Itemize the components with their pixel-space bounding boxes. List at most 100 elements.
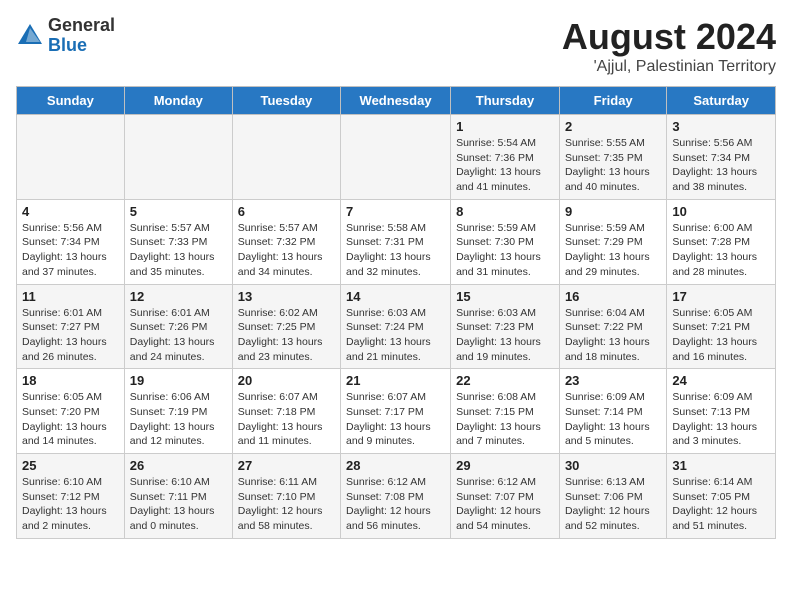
logo-icon <box>16 22 44 50</box>
day-cell: 13Sunrise: 6:02 AM Sunset: 7:25 PM Dayli… <box>232 284 340 369</box>
day-cell: 10 Sunrise: 6:00 AM Sunset: 7:28 PM Dayli… <box>667 199 776 284</box>
day-info: Sunrise: 6:08 AM Sunset: 7:15 PM Dayligh… <box>456 390 554 449</box>
day-number: 28 <box>346 458 445 473</box>
day-number: 2 <box>565 119 661 134</box>
day-info: Sunrise: 6:00 AM Sunset: 7:28 PM Dayligh… <box>672 221 770 280</box>
day-info: Sunrise: 6:01 AM Sunset: 7:26 PM Dayligh… <box>130 306 227 365</box>
day-number: 11 <box>22 289 119 304</box>
day-info: Sunrise: 5:55 AM Sunset: 7:35 PM Dayligh… <box>565 136 661 195</box>
day-info: Sunrise: 5:56 AM Sunset: 7:34 PM Dayligh… <box>22 221 119 280</box>
day-number: 5 <box>130 204 227 219</box>
day-cell: 11 Sunrise: 6:01 AM Sunset: 7:27 PM Dayli… <box>17 284 125 369</box>
week-row-5: 25 Sunrise: 6:10 AM Sunset: 7:12 PM Dayli… <box>17 454 776 539</box>
day-number: 24 <box>672 373 770 388</box>
day-cell: 29Sunrise: 6:12 AM Sunset: 7:07 PM Dayli… <box>451 454 560 539</box>
day-info: Sunrise: 5:59 AM Sunset: 7:30 PM Dayligh… <box>456 221 554 280</box>
day-number: 19 <box>130 373 227 388</box>
day-info: Sunrise: 5:59 AM Sunset: 7:29 PM Dayligh… <box>565 221 661 280</box>
header-monday: Monday <box>124 87 232 115</box>
day-cell: 23 Sunrise: 6:09 AM Sunset: 7:14 PM Dayli… <box>559 369 666 454</box>
calendar-body: 1 Sunrise: 5:54 AM Sunset: 7:36 PM Daylig… <box>17 115 776 539</box>
day-number: 23 <box>565 373 661 388</box>
logo-general: General <box>48 16 115 36</box>
day-info: Sunrise: 6:01 AM Sunset: 7:27 PM Dayligh… <box>22 306 119 365</box>
day-number: 29 <box>456 458 554 473</box>
day-number: 10 <box>672 204 770 219</box>
day-cell: 22Sunrise: 6:08 AM Sunset: 7:15 PM Dayli… <box>451 369 560 454</box>
day-cell: 15 Sunrise: 6:03 AM Sunset: 7:23 PM Dayli… <box>451 284 560 369</box>
day-cell: 12 Sunrise: 6:01 AM Sunset: 7:26 PM Dayli… <box>124 284 232 369</box>
page-header: General Blue August 2024 'Ajjul, Palesti… <box>16 16 776 76</box>
week-row-3: 11 Sunrise: 6:01 AM Sunset: 7:27 PM Dayli… <box>17 284 776 369</box>
day-number: 21 <box>346 373 445 388</box>
day-cell: 6 Sunrise: 5:57 AM Sunset: 7:32 PM Daylig… <box>232 199 340 284</box>
day-info: Sunrise: 6:13 AM Sunset: 7:06 PM Dayligh… <box>565 475 661 534</box>
day-cell: 24Sunrise: 6:09 AM Sunset: 7:13 PM Dayli… <box>667 369 776 454</box>
day-cell: 18 Sunrise: 6:05 AM Sunset: 7:20 PM Dayli… <box>17 369 125 454</box>
day-number: 9 <box>565 204 661 219</box>
day-number: 3 <box>672 119 770 134</box>
day-info: Sunrise: 6:07 AM Sunset: 7:18 PM Dayligh… <box>238 390 335 449</box>
day-info: Sunrise: 5:57 AM Sunset: 7:33 PM Dayligh… <box>130 221 227 280</box>
day-info: Sunrise: 6:05 AM Sunset: 7:21 PM Dayligh… <box>672 306 770 365</box>
calendar-title: August 2024 <box>562 16 776 58</box>
day-info: Sunrise: 6:03 AM Sunset: 7:23 PM Dayligh… <box>456 306 554 365</box>
day-cell: 27 Sunrise: 6:11 AM Sunset: 7:10 PM Dayli… <box>232 454 340 539</box>
day-info: Sunrise: 6:04 AM Sunset: 7:22 PM Dayligh… <box>565 306 661 365</box>
day-info: Sunrise: 6:07 AM Sunset: 7:17 PM Dayligh… <box>346 390 445 449</box>
day-number: 30 <box>565 458 661 473</box>
day-info: Sunrise: 6:10 AM Sunset: 7:12 PM Dayligh… <box>22 475 119 534</box>
day-info: Sunrise: 6:11 AM Sunset: 7:10 PM Dayligh… <box>238 475 335 534</box>
day-info: Sunrise: 6:09 AM Sunset: 7:14 PM Dayligh… <box>565 390 661 449</box>
day-info: Sunrise: 6:14 AM Sunset: 7:05 PM Dayligh… <box>672 475 770 534</box>
day-number: 25 <box>22 458 119 473</box>
day-cell: 16 Sunrise: 6:04 AM Sunset: 7:22 PM Dayli… <box>559 284 666 369</box>
day-cell: 3 Sunrise: 5:56 AM Sunset: 7:34 PM Daylig… <box>667 115 776 200</box>
calendar-table: SundayMondayTuesdayWednesdayThursdayFrid… <box>16 86 776 539</box>
header-thursday: Thursday <box>451 87 560 115</box>
day-info: Sunrise: 6:05 AM Sunset: 7:20 PM Dayligh… <box>22 390 119 449</box>
day-number: 7 <box>346 204 445 219</box>
day-cell: 4 Sunrise: 5:56 AM Sunset: 7:34 PM Daylig… <box>17 199 125 284</box>
calendar-header: SundayMondayTuesdayWednesdayThursdayFrid… <box>17 87 776 115</box>
day-cell: 26 Sunrise: 6:10 AM Sunset: 7:11 PM Dayli… <box>124 454 232 539</box>
day-info: Sunrise: 6:06 AM Sunset: 7:19 PM Dayligh… <box>130 390 227 449</box>
week-row-4: 18 Sunrise: 6:05 AM Sunset: 7:20 PM Dayli… <box>17 369 776 454</box>
logo: General Blue <box>16 16 115 56</box>
day-info: Sunrise: 5:54 AM Sunset: 7:36 PM Dayligh… <box>456 136 554 195</box>
day-info: Sunrise: 5:56 AM Sunset: 7:34 PM Dayligh… <box>672 136 770 195</box>
day-info: Sunrise: 5:58 AM Sunset: 7:31 PM Dayligh… <box>346 221 445 280</box>
day-cell: 9 Sunrise: 5:59 AM Sunset: 7:29 PM Daylig… <box>559 199 666 284</box>
day-cell: 19 Sunrise: 6:06 AM Sunset: 7:19 PM Dayli… <box>124 369 232 454</box>
day-number: 1 <box>456 119 554 134</box>
day-cell <box>124 115 232 200</box>
day-cell: 25 Sunrise: 6:10 AM Sunset: 7:12 PM Dayli… <box>17 454 125 539</box>
day-cell: 28 Sunrise: 6:12 AM Sunset: 7:08 PM Dayli… <box>341 454 451 539</box>
day-number: 17 <box>672 289 770 304</box>
day-cell: 31 Sunrise: 6:14 AM Sunset: 7:05 PM Dayli… <box>667 454 776 539</box>
day-cell <box>341 115 451 200</box>
day-number: 20 <box>238 373 335 388</box>
day-number: 16 <box>565 289 661 304</box>
day-info: Sunrise: 6:10 AM Sunset: 7:11 PM Dayligh… <box>130 475 227 534</box>
day-number: 27 <box>238 458 335 473</box>
week-row-1: 1 Sunrise: 5:54 AM Sunset: 7:36 PM Daylig… <box>17 115 776 200</box>
day-number: 26 <box>130 458 227 473</box>
day-number: 12 <box>130 289 227 304</box>
day-number: 18 <box>22 373 119 388</box>
logo-blue: Blue <box>48 36 115 56</box>
day-cell: 20 Sunrise: 6:07 AM Sunset: 7:18 PM Dayli… <box>232 369 340 454</box>
day-number: 6 <box>238 204 335 219</box>
day-info: Sunrise: 5:57 AM Sunset: 7:32 PM Dayligh… <box>238 221 335 280</box>
day-cell: 5 Sunrise: 5:57 AM Sunset: 7:33 PM Daylig… <box>124 199 232 284</box>
day-number: 31 <box>672 458 770 473</box>
day-cell <box>17 115 125 200</box>
day-cell: 1 Sunrise: 5:54 AM Sunset: 7:36 PM Daylig… <box>451 115 560 200</box>
week-row-2: 4 Sunrise: 5:56 AM Sunset: 7:34 PM Daylig… <box>17 199 776 284</box>
day-info: Sunrise: 6:12 AM Sunset: 7:08 PM Dayligh… <box>346 475 445 534</box>
day-cell: 17 Sunrise: 6:05 AM Sunset: 7:21 PM Dayli… <box>667 284 776 369</box>
day-number: 4 <box>22 204 119 219</box>
header-row: SundayMondayTuesdayWednesdayThursdayFrid… <box>17 87 776 115</box>
day-number: 15 <box>456 289 554 304</box>
day-number: 14 <box>346 289 445 304</box>
